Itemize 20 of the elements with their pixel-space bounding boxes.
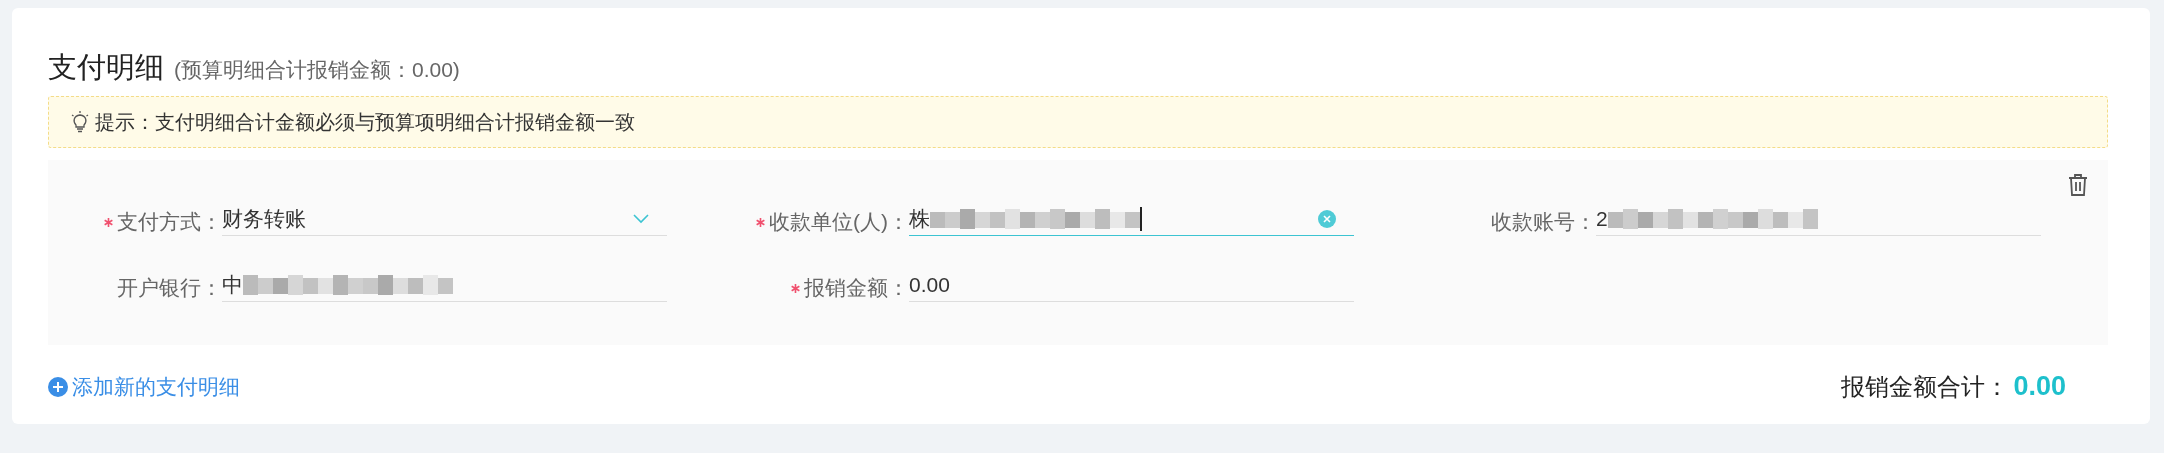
trash-icon[interactable] xyxy=(2068,174,2088,196)
field-label: 收款单位(人)： xyxy=(769,209,909,235)
total-amount: 0.00 xyxy=(2013,371,2066,402)
input-field[interactable]: 2 xyxy=(1596,202,2041,236)
lightbulb-icon xyxy=(71,111,89,133)
input-field[interactable]: 0.00 xyxy=(909,268,1354,302)
field-label: 支付方式： xyxy=(117,209,222,235)
field-label: 开户银行： xyxy=(117,275,222,301)
section-title: 支付明细 xyxy=(48,50,164,85)
field-label: 收款账号： xyxy=(1491,209,1596,235)
input-field[interactable]: 株 xyxy=(909,202,1354,236)
section-subtitle: (预算明细合计报销金额：0.00) xyxy=(174,57,460,83)
input-field[interactable]: 中 xyxy=(222,268,667,302)
total-label: 报销金额合计： xyxy=(1841,372,2010,402)
select-field[interactable]: 财务转账 xyxy=(222,202,667,236)
field-label: 报销金额： xyxy=(804,275,909,301)
chevron-down-icon[interactable] xyxy=(633,213,649,224)
plus-circle-icon xyxy=(48,377,68,397)
clear-icon[interactable] xyxy=(1318,209,1336,228)
notice-text: 提示：支付明细合计金额必须与预算项明细合计报销金额一致 xyxy=(95,109,635,135)
